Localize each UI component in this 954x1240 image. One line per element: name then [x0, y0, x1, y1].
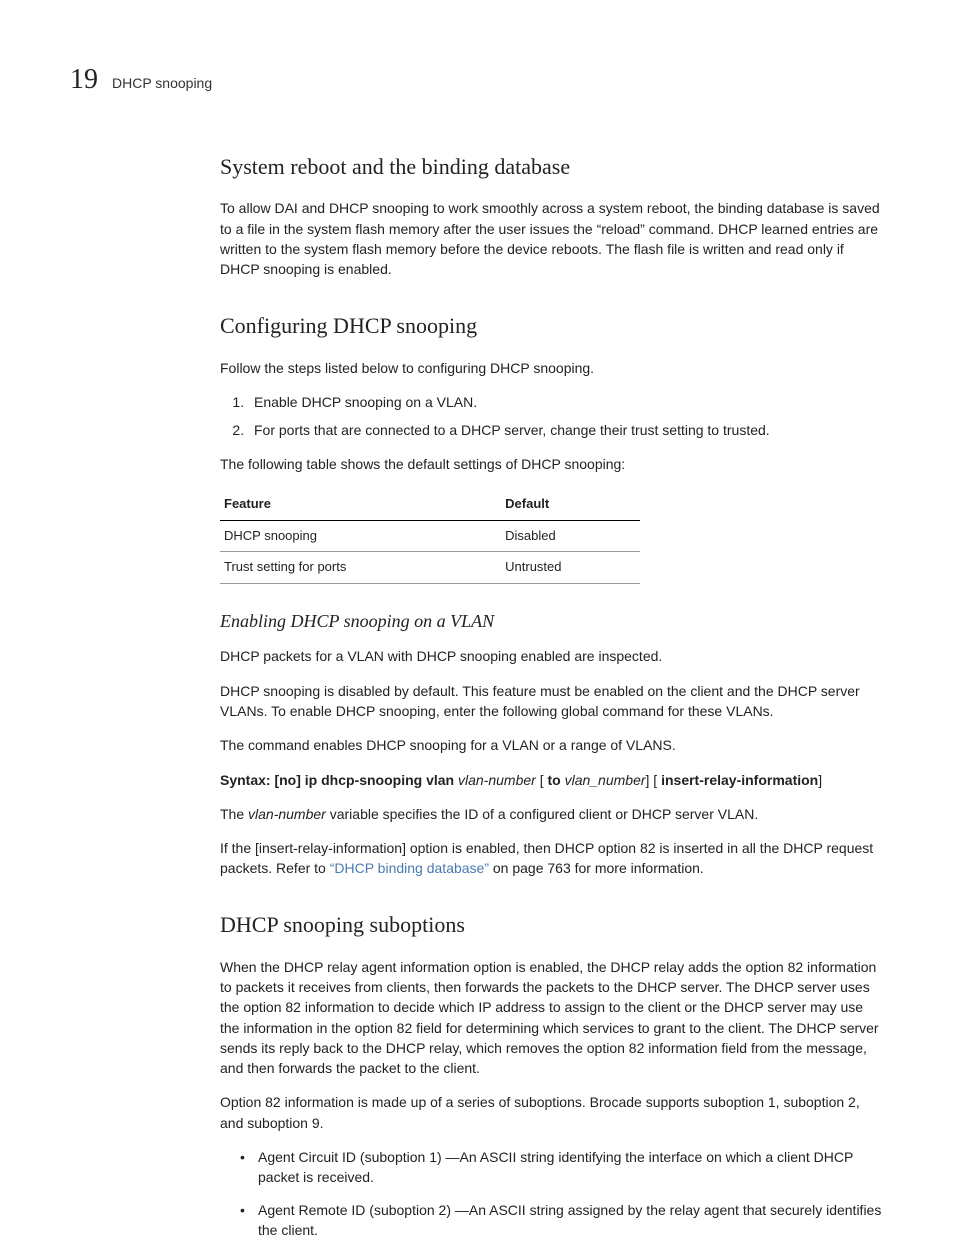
table-cell: Disabled: [501, 520, 640, 552]
paragraph: To allow DAI and DHCP snooping to work s…: [220, 198, 884, 279]
syntax-text: [: [536, 772, 548, 788]
section-heading-suboptions: DHCP snooping suboptions: [220, 909, 884, 941]
syntax-arg: vlan-number: [454, 772, 536, 788]
bullet-list: Agent Circuit ID (suboption 1) —An ASCII…: [240, 1147, 884, 1240]
section-heading-configuring: Configuring DHCP snooping: [220, 310, 884, 342]
syntax-label: Syntax:: [220, 772, 271, 788]
paragraph: When the DHCP relay agent information op…: [220, 957, 884, 1079]
steps-list: Enable DHCP snooping on a VLAN. For port…: [240, 392, 884, 441]
variable-name: vlan-number: [248, 806, 326, 822]
table-row: DHCP snooping Disabled: [220, 520, 640, 552]
text: variable specifies the ID of a configure…: [326, 806, 758, 822]
chapter-number: 19: [70, 60, 98, 101]
main-content: System reboot and the binding database T…: [70, 151, 884, 1240]
syntax-text: ]: [818, 772, 822, 788]
table-header: Feature: [220, 489, 501, 520]
syntax-keyword: to: [547, 772, 560, 788]
table-cell: Untrusted: [501, 552, 640, 584]
subsection-heading-enabling: Enabling DHCP snooping on a VLAN: [220, 608, 884, 634]
paragraph: The following table shows the default se…: [220, 454, 884, 474]
table-header: Default: [501, 489, 640, 520]
list-item: For ports that are connected to a DHCP s…: [248, 420, 884, 440]
syntax-text: [no] ip dhcp-snooping vlan: [271, 772, 455, 788]
list-item: Enable DHCP snooping on a VLAN.: [248, 392, 884, 412]
text: The: [220, 806, 248, 822]
syntax-arg: vlan_number: [561, 772, 646, 788]
paragraph: If the [insert-relay-information] option…: [220, 838, 884, 879]
paragraph: DHCP packets for a VLAN with DHCP snoopi…: [220, 646, 884, 666]
list-item: Agent Circuit ID (suboption 1) —An ASCII…: [240, 1147, 884, 1188]
paragraph: The vlan-number variable specifies the I…: [220, 804, 884, 824]
defaults-table: Feature Default DHCP snooping Disabled T…: [220, 489, 640, 585]
section-heading-reboot: System reboot and the binding database: [220, 151, 884, 183]
table-cell: DHCP snooping: [220, 520, 501, 552]
paragraph: DHCP snooping is disabled by default. Th…: [220, 681, 884, 722]
syntax-option: insert-relay-information: [661, 772, 818, 788]
table-row: Trust setting for ports Untrusted: [220, 552, 640, 584]
table-cell: Trust setting for ports: [220, 552, 501, 584]
paragraph: Option 82 information is made up of a se…: [220, 1092, 884, 1133]
page-header: 19 DHCP snooping: [70, 60, 884, 101]
cross-reference-link[interactable]: “DHCP binding database”: [330, 860, 489, 876]
syntax-text: ] [: [646, 772, 662, 788]
paragraph: The command enables DHCP snooping for a …: [220, 735, 884, 755]
list-item: Agent Remote ID (suboption 2) —An ASCII …: [240, 1200, 884, 1240]
paragraph: Follow the steps listed below to configu…: [220, 358, 884, 378]
text: on page 763 for more information.: [489, 860, 704, 876]
chapter-title: DHCP snooping: [112, 73, 212, 93]
syntax-line: Syntax: [no] ip dhcp-snooping vlan vlan-…: [220, 770, 884, 790]
